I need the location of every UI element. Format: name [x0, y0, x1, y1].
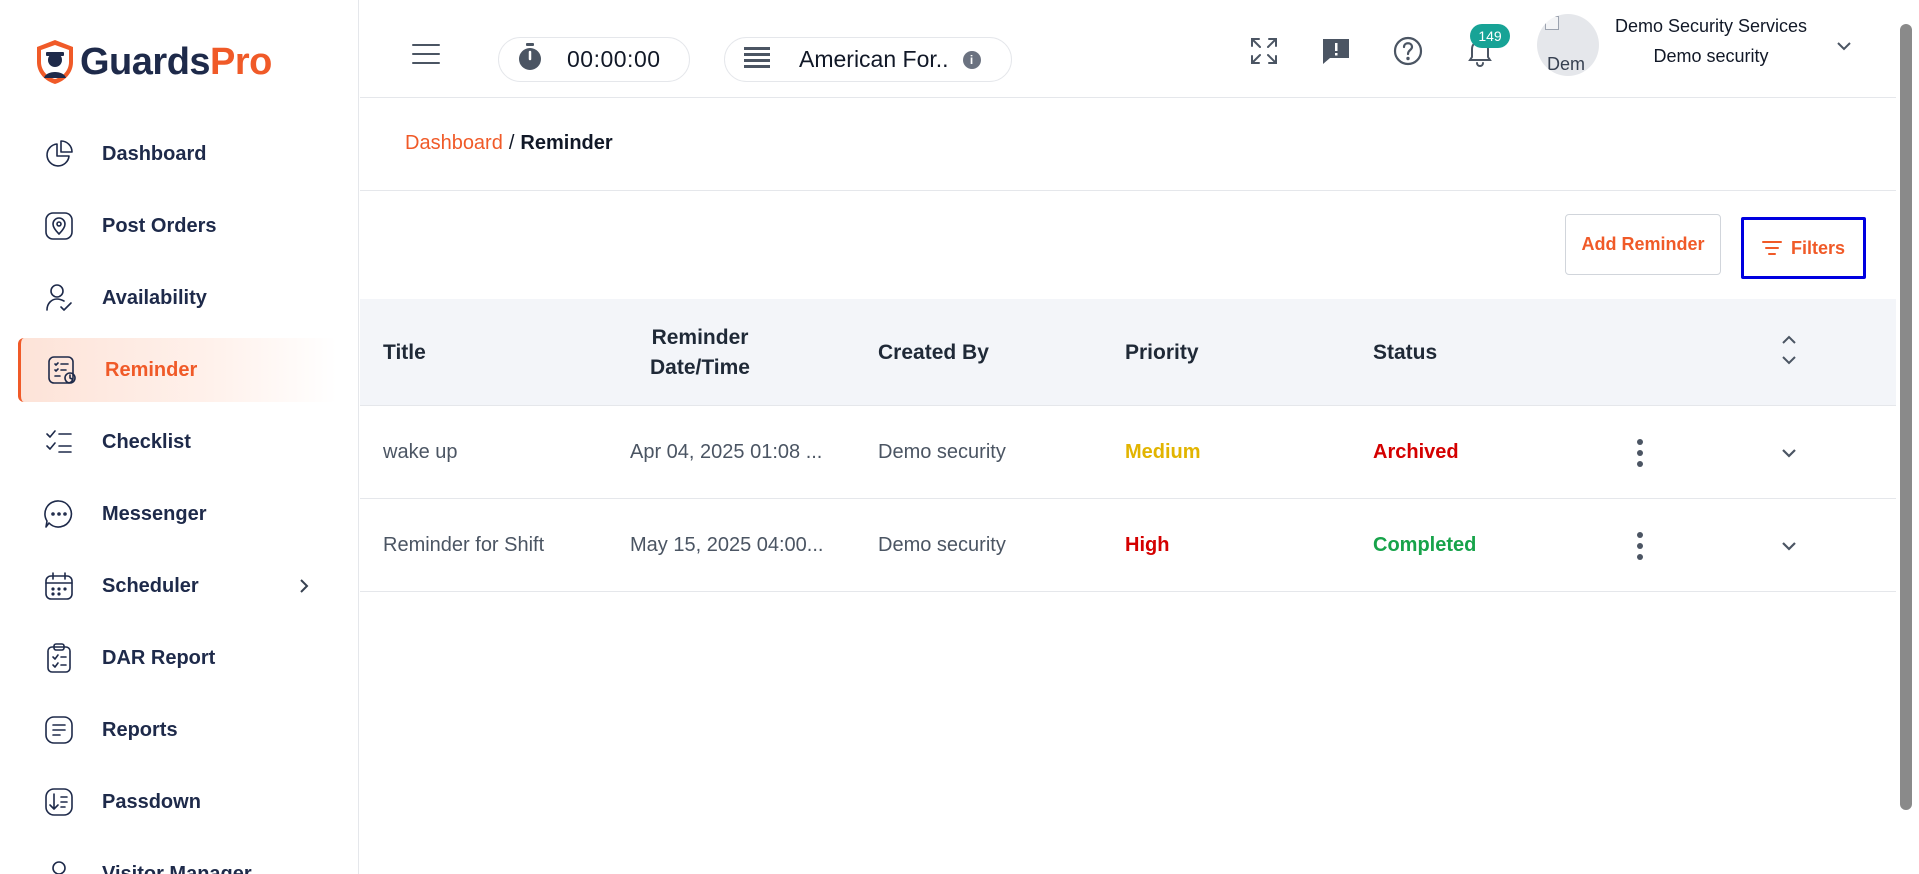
sidebar-nav: Dashboard Post Orders Availability Remin…: [0, 118, 359, 874]
sidebar-item-label: Passdown: [102, 790, 201, 813]
cell-title: Reminder for Shift: [383, 534, 545, 556]
sidebar-item-label: Reminder: [105, 358, 198, 381]
avatar[interactable]: Dem: [1537, 14, 1599, 76]
row-actions-menu-icon[interactable]: [1630, 530, 1650, 562]
guard-shield-icon: [37, 40, 73, 84]
table-row[interactable]: Reminder for Shift May 15, 2025 04:00...…: [360, 499, 1896, 592]
clipboard-icon: [42, 641, 76, 675]
cell-datetime: Apr 04, 2025 01:08 ...: [630, 441, 823, 463]
sidebar-item-passdown[interactable]: Passdown: [0, 766, 359, 838]
sidebar-item-visitor-manager[interactable]: Visitor Manager: [0, 838, 359, 874]
cell-created-by: Demo security: [878, 534, 1006, 556]
chevron-right-icon[interactable]: [297, 579, 311, 593]
sidebar-item-reports[interactable]: Reports: [0, 694, 359, 766]
column-header-status[interactable]: Status: [1373, 299, 1437, 406]
cell-status: Archived: [1373, 441, 1459, 463]
broken-image-icon: [1545, 16, 1559, 30]
sidebar-item-label: Dashboard: [102, 142, 207, 165]
shift-timer[interactable]: 00:00:00: [498, 37, 690, 82]
sidebar: GuardsPro Dashboard Post Orders Availabi…: [0, 0, 359, 874]
breadcrumb: Dashboard / Reminder: [405, 132, 613, 155]
visitor-icon: [42, 857, 76, 874]
timer-value: 00:00:00: [567, 46, 661, 72]
fullscreen-icon[interactable]: [1246, 33, 1282, 69]
cell-title: wake up: [383, 441, 458, 463]
sidebar-item-availability[interactable]: Availability: [0, 262, 359, 334]
page-scrollbar[interactable]: [1900, 24, 1912, 810]
sidebar-item-label: Post Orders: [102, 214, 217, 237]
cell-created-by: Demo security: [878, 441, 1006, 463]
guardspro-logo[interactable]: GuardsPro: [34, 38, 272, 86]
sidebar-item-post-orders[interactable]: Post Orders: [0, 190, 359, 262]
filters-button[interactable]: Filters: [1741, 217, 1866, 279]
sidebar-item-messenger[interactable]: Messenger: [0, 478, 359, 550]
user-role[interactable]: Demo security: [1611, 46, 1811, 67]
sidebar-item-scheduler[interactable]: Scheduler: [0, 550, 359, 622]
sidebar-item-label: Reports: [102, 718, 178, 741]
sidebar-item-dashboard[interactable]: Dashboard: [0, 118, 359, 190]
brand-part-2: Pro: [210, 40, 272, 83]
site-name: American For..: [799, 46, 949, 72]
cell-status: Completed: [1373, 534, 1477, 556]
notification-count-badge: 149: [1470, 24, 1510, 48]
reminder-table: Title Reminder Date/Time Created By Prio…: [360, 299, 1896, 592]
sidebar-item-label: Availability: [102, 286, 207, 309]
feedback-icon[interactable]: [1318, 33, 1354, 69]
sidebar-item-label: DAR Report: [102, 646, 216, 669]
sidebar-item-reminder[interactable]: Reminder: [18, 338, 337, 402]
sidebar-item-checklist[interactable]: Checklist: [0, 406, 359, 478]
checklist-icon: [42, 425, 76, 459]
site-list-icon: [743, 45, 771, 74]
reminder-list-icon: [45, 353, 79, 387]
column-header-datetime[interactable]: Reminder Date/Time: [605, 299, 795, 406]
cell-priority: Medium: [1125, 441, 1201, 463]
breadcrumb-bar: Dashboard / Reminder: [360, 98, 1896, 191]
expand-row-chevron-icon[interactable]: [1778, 442, 1800, 464]
chevron-down-icon[interactable]: [1834, 36, 1854, 56]
table-header: Title Reminder Date/Time Created By Prio…: [360, 299, 1896, 406]
avatar-alt-text: Dem: [1547, 54, 1586, 74]
cell-priority: High: [1125, 534, 1170, 556]
topbar: 00:00:00 American For.. i 149 Dem Demo S…: [360, 0, 1896, 98]
user-check-icon: [42, 281, 76, 315]
add-reminder-button[interactable]: Add Reminder: [1565, 214, 1721, 275]
expand-row-chevron-icon[interactable]: [1778, 535, 1800, 557]
row-actions-menu-icon[interactable]: [1630, 437, 1650, 469]
brand-part-1: Guards: [80, 40, 211, 83]
sidebar-item-dar-report[interactable]: DAR Report: [0, 622, 359, 694]
filter-icon: [1761, 241, 1782, 255]
cell-datetime: May 15, 2025 04:00...: [630, 534, 824, 556]
column-header-title[interactable]: Title: [383, 299, 426, 406]
sidebar-item-label: Messenger: [102, 502, 207, 525]
info-icon[interactable]: i: [962, 50, 981, 69]
filters-label: Filters: [1790, 237, 1846, 258]
calendar-icon: [42, 569, 76, 603]
table-row[interactable]: wake up Apr 04, 2025 01:08 ... Demo secu…: [360, 406, 1896, 499]
map-pin-icon: [42, 209, 76, 243]
column-header-priority[interactable]: Priority: [1125, 299, 1199, 406]
passdown-icon: [42, 785, 76, 819]
report-icon: [42, 713, 76, 747]
pie-chart-icon: [42, 137, 76, 171]
breadcrumb-current: Reminder: [520, 132, 613, 154]
menu-toggle-icon[interactable]: [412, 44, 440, 64]
help-icon[interactable]: [1390, 33, 1426, 69]
user-company-name[interactable]: Demo Security Services: [1611, 16, 1811, 37]
column-header-created-by[interactable]: Created By: [878, 299, 989, 406]
column-header-datetime-line1: Reminder: [651, 325, 749, 349]
column-header-datetime-line2: Date/Time: [650, 355, 750, 379]
site-selector[interactable]: American For.. i: [724, 37, 1012, 82]
sidebar-item-label: Checklist: [102, 430, 191, 453]
chat-icon: [42, 497, 76, 531]
sort-toggle-icon[interactable]: [1778, 332, 1800, 368]
sidebar-item-label: Scheduler: [102, 574, 199, 597]
breadcrumb-separator: /: [508, 132, 515, 154]
stopwatch-icon: [515, 42, 545, 77]
breadcrumb-home-link[interactable]: Dashboard: [405, 132, 503, 154]
sidebar-item-label: Visitor Manager: [102, 862, 252, 874]
